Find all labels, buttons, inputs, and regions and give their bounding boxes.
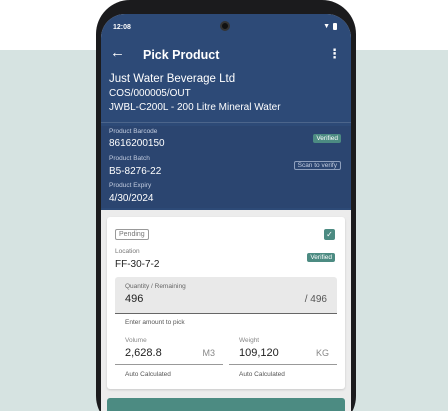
- volume-unit: M3: [202, 348, 215, 358]
- wifi-icon: ▼: [323, 23, 330, 31]
- product-name: JWBL-C200L - 200 Litre Mineral Water: [109, 102, 281, 113]
- confirm-pick-button[interactable]: [107, 398, 345, 411]
- order-info: Just Water Beverage Ltd COS/000005/OUT J…: [109, 72, 281, 115]
- quantity-input[interactable]: Quantity / Remaining 496 / 496: [115, 277, 337, 314]
- batch-scan-badge[interactable]: Scan to verify: [293, 161, 341, 170]
- weight-label: Weight: [239, 337, 260, 344]
- quantity-label: Quantity / Remaining: [125, 283, 186, 290]
- page-title: Pick Product: [143, 48, 220, 62]
- app-bar: ← Pick Product ⋮: [101, 44, 351, 68]
- quantity-total: / 496: [304, 294, 327, 305]
- status-icons: ▼: [323, 23, 337, 30]
- status-time: 12:08: [113, 24, 131, 31]
- status-bar: 12:08 ▼: [101, 14, 351, 40]
- expiry-value: 4/30/2024: [109, 193, 154, 204]
- order-number: COS/000005/OUT: [109, 88, 191, 99]
- location-verified-badge: Verified: [307, 253, 335, 262]
- quantity-value: 496: [125, 293, 144, 305]
- barcode-label: Product Barcode: [109, 128, 158, 135]
- weight-field: Weight 109,120 KG: [229, 335, 337, 365]
- product-details: Product Barcode 8616200150 Verified Prod…: [101, 126, 351, 208]
- barcode-value: 8616200150: [109, 138, 165, 149]
- weight-value: 109,120: [239, 347, 279, 359]
- more-vertical-icon[interactable]: ⋮: [328, 46, 341, 62]
- camera-cutout: [220, 21, 230, 31]
- barcode-verified-badge: Verified: [313, 134, 341, 143]
- header-divider: [101, 122, 351, 123]
- check-icon[interactable]: ✓: [324, 229, 335, 240]
- batch-value: B5-8276-22: [109, 166, 162, 177]
- pick-card: Pending ✓ Location FF-30-7-2 Verified Qu…: [107, 217, 345, 389]
- location-label: Location: [115, 248, 140, 255]
- volume-value: 2,628.8: [125, 347, 162, 359]
- battery-icon: [333, 23, 337, 30]
- weight-unit: KG: [315, 348, 329, 358]
- expiry-label: Product Expiry: [109, 182, 152, 189]
- weight-helper: Auto Calculated: [239, 371, 285, 378]
- quantity-helper: Enter amount to pick: [125, 319, 185, 326]
- pending-badge: Pending: [115, 229, 149, 240]
- volume-label: Volume: [125, 337, 147, 344]
- batch-label: Product Batch: [109, 155, 150, 162]
- phone-screen: 12:08 ▼ ← Pick Product ⋮ Just Water Beve…: [101, 14, 351, 411]
- location-value: FF-30-7-2: [115, 259, 160, 270]
- customer-name: Just Water Beverage Ltd: [109, 73, 236, 85]
- volume-helper: Auto Calculated: [125, 371, 171, 378]
- volume-field: Volume 2,628.8 M3: [115, 335, 223, 365]
- back-arrow-icon[interactable]: ←: [110, 44, 125, 61]
